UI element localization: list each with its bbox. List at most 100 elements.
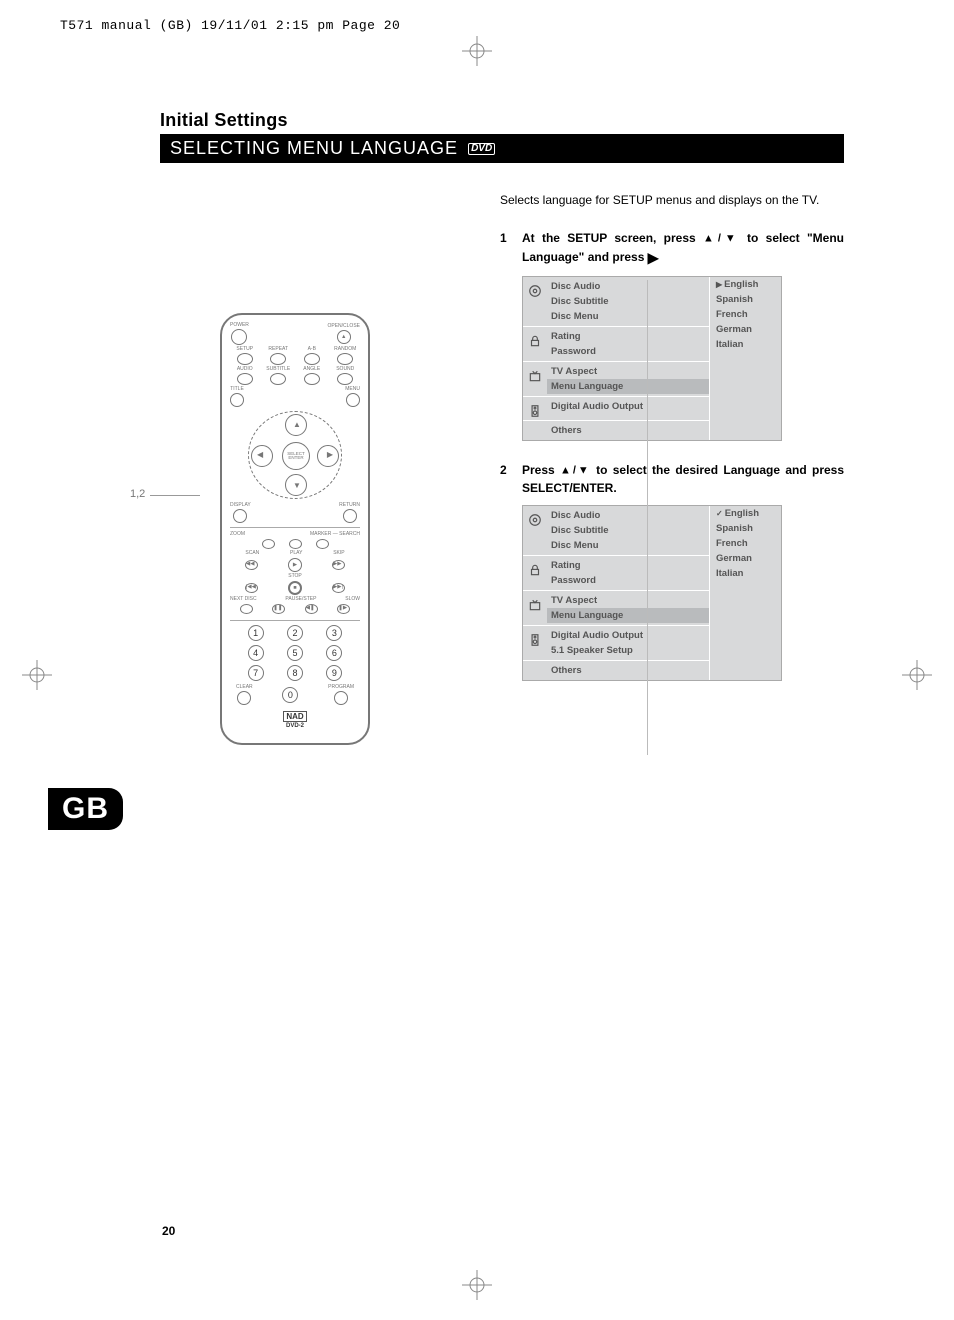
menu-item: Digital Audio Output <box>547 628 709 643</box>
num-3-button-icon: 3 <box>326 625 342 641</box>
menu-item: Disc Audio <box>547 279 709 294</box>
menu-button-icon <box>346 393 360 407</box>
tv-icon <box>523 593 547 612</box>
blank-icon <box>523 423 547 428</box>
random-button-icon <box>337 353 353 365</box>
menu-item: 5.1 Speaker Setup <box>547 643 709 658</box>
return-label: RETURN <box>339 503 360 508</box>
step-1-text-a: At the SETUP screen, press <box>522 231 703 245</box>
scan-prev-icon: |◀◀ <box>245 583 258 593</box>
pause-button-icon: ❚❚ <box>272 604 285 614</box>
menu-item: Disc Menu <box>547 309 709 324</box>
program-button-icon <box>334 691 348 705</box>
menu-item: Menu Language <box>547 608 709 623</box>
zoom-label: ZOOM <box>230 532 245 537</box>
subsection-title: SELECTING MENU LANGUAGE <box>170 138 458 159</box>
setup-button-icon <box>237 353 253 365</box>
print-header: T571 manual (GB) 19/11/01 2:15 pm Page 2… <box>60 18 400 33</box>
menu-item: Digital Audio Output <box>547 399 709 414</box>
menu-option: ▶English <box>712 277 779 292</box>
step-1-body: At the SETUP screen, press ▲/▼ to select… <box>522 229 844 268</box>
menu-option: French <box>712 307 779 322</box>
nextdisc-label: NEXT DISC <box>230 597 257 602</box>
column-divider <box>647 280 648 755</box>
play-button-icon: ▶ <box>288 558 302 572</box>
power-label: POWER <box>230 323 249 328</box>
setup-menu-screenshot-2: Disc AudioDisc SubtitleDisc MenuRatingPa… <box>522 505 782 681</box>
menu-item: TV Aspect <box>547 593 709 608</box>
crop-mark-left <box>22 660 52 690</box>
stop-label: STOP <box>288 574 302 579</box>
num-1-button-icon: 1 <box>248 625 264 641</box>
ab-label: A-B <box>308 347 316 352</box>
lock-icon <box>523 329 547 348</box>
display-label: DISPLAY <box>230 503 251 508</box>
tv-icon <box>523 364 547 383</box>
remote-control-diagram: POWER OPEN/CLOSE▲ SETUP REPEAT A-B RANDO… <box>220 313 370 745</box>
menu-item: Disc Audio <box>547 508 709 523</box>
repeat-button-icon <box>270 353 286 365</box>
return-button-icon <box>343 509 357 523</box>
search-button-icon <box>316 539 329 549</box>
disc-icon <box>523 508 547 527</box>
crop-mark-right <box>902 660 932 690</box>
power-button-icon <box>231 329 247 345</box>
sound-label: SOUND <box>336 367 354 372</box>
clear-button-icon <box>237 691 251 705</box>
nextdisc-button-icon <box>240 604 253 614</box>
skip-label: SKIP <box>333 551 344 556</box>
disc-icon <box>523 279 547 298</box>
open-close-label: OPEN/CLOSE <box>327 324 360 329</box>
page-number: 20 <box>162 1224 175 1238</box>
audio-label: AUDIO <box>237 367 253 372</box>
slow-label: SLOW <box>345 597 360 602</box>
menu-option: Italian <box>712 566 779 581</box>
menu-item: Password <box>547 344 709 359</box>
open-close-button-icon: ▲ <box>337 330 351 344</box>
step-2-number: 2 <box>500 461 512 497</box>
setup-menu-screenshot-1: Disc AudioDisc SubtitleDisc MenuRatingPa… <box>522 276 782 441</box>
menu-option: French <box>712 536 779 551</box>
menu-item: TV Aspect <box>547 364 709 379</box>
navigation-pad-icon: ▲ ▼ ◀ ▶ SELECT ENTER <box>248 411 342 499</box>
marker-search-label: MARKER — SEARCH <box>310 532 360 537</box>
slow-fwd-icon: ❚▶ <box>337 604 350 614</box>
step-2: 2 Press ▲/▼ to select the desired Langua… <box>500 461 844 497</box>
subtitle-button-icon <box>270 373 286 385</box>
pausestep-label: PAUSE/STEP <box>285 597 316 602</box>
menu-item: Disc Subtitle <box>547 294 709 309</box>
scan-back-icon: ◀◀ <box>245 560 258 570</box>
play-label: PLAY <box>290 551 302 556</box>
num-2-button-icon: 2 <box>287 625 303 641</box>
zoom-button-icon <box>262 539 275 549</box>
title-label: TITLE <box>230 387 244 392</box>
menu-option: German <box>712 551 779 566</box>
sound-button-icon <box>337 373 353 385</box>
skip-fwd-icon: ▶▶ <box>332 560 345 570</box>
step-1: 1 At the SETUP screen, press ▲/▼ to sele… <box>500 229 844 268</box>
num-9-button-icon: 9 <box>326 665 342 681</box>
crop-mark-top <box>462 36 492 66</box>
menu-item: Rating <box>547 558 709 573</box>
menu-option: German <box>712 322 779 337</box>
menu-item: Others <box>547 423 709 438</box>
display-button-icon <box>233 509 247 523</box>
subtitle-label: SUBTITLE <box>266 367 290 372</box>
intro-text: Selects language for SETUP menus and dis… <box>500 193 844 207</box>
angle-label: ANGLE <box>303 367 320 372</box>
num-6-button-icon: 6 <box>326 645 342 661</box>
num-0-button-icon: 0 <box>282 687 298 703</box>
menu-option: ✓English <box>712 506 779 521</box>
lock-icon <box>523 558 547 577</box>
num-8-button-icon: 8 <box>287 665 303 681</box>
step-1-number: 1 <box>500 229 512 268</box>
menu-item: Disc Subtitle <box>547 523 709 538</box>
angle-button-icon <box>304 373 320 385</box>
num-5-button-icon: 5 <box>287 645 303 661</box>
model-label: DVD-2 <box>230 723 360 729</box>
title-button-icon <box>230 393 244 407</box>
num-4-button-icon: 4 <box>248 645 264 661</box>
select-enter-button-icon: SELECT ENTER <box>282 442 310 470</box>
blank-icon <box>523 663 547 668</box>
menu-option: Spanish <box>712 521 779 536</box>
